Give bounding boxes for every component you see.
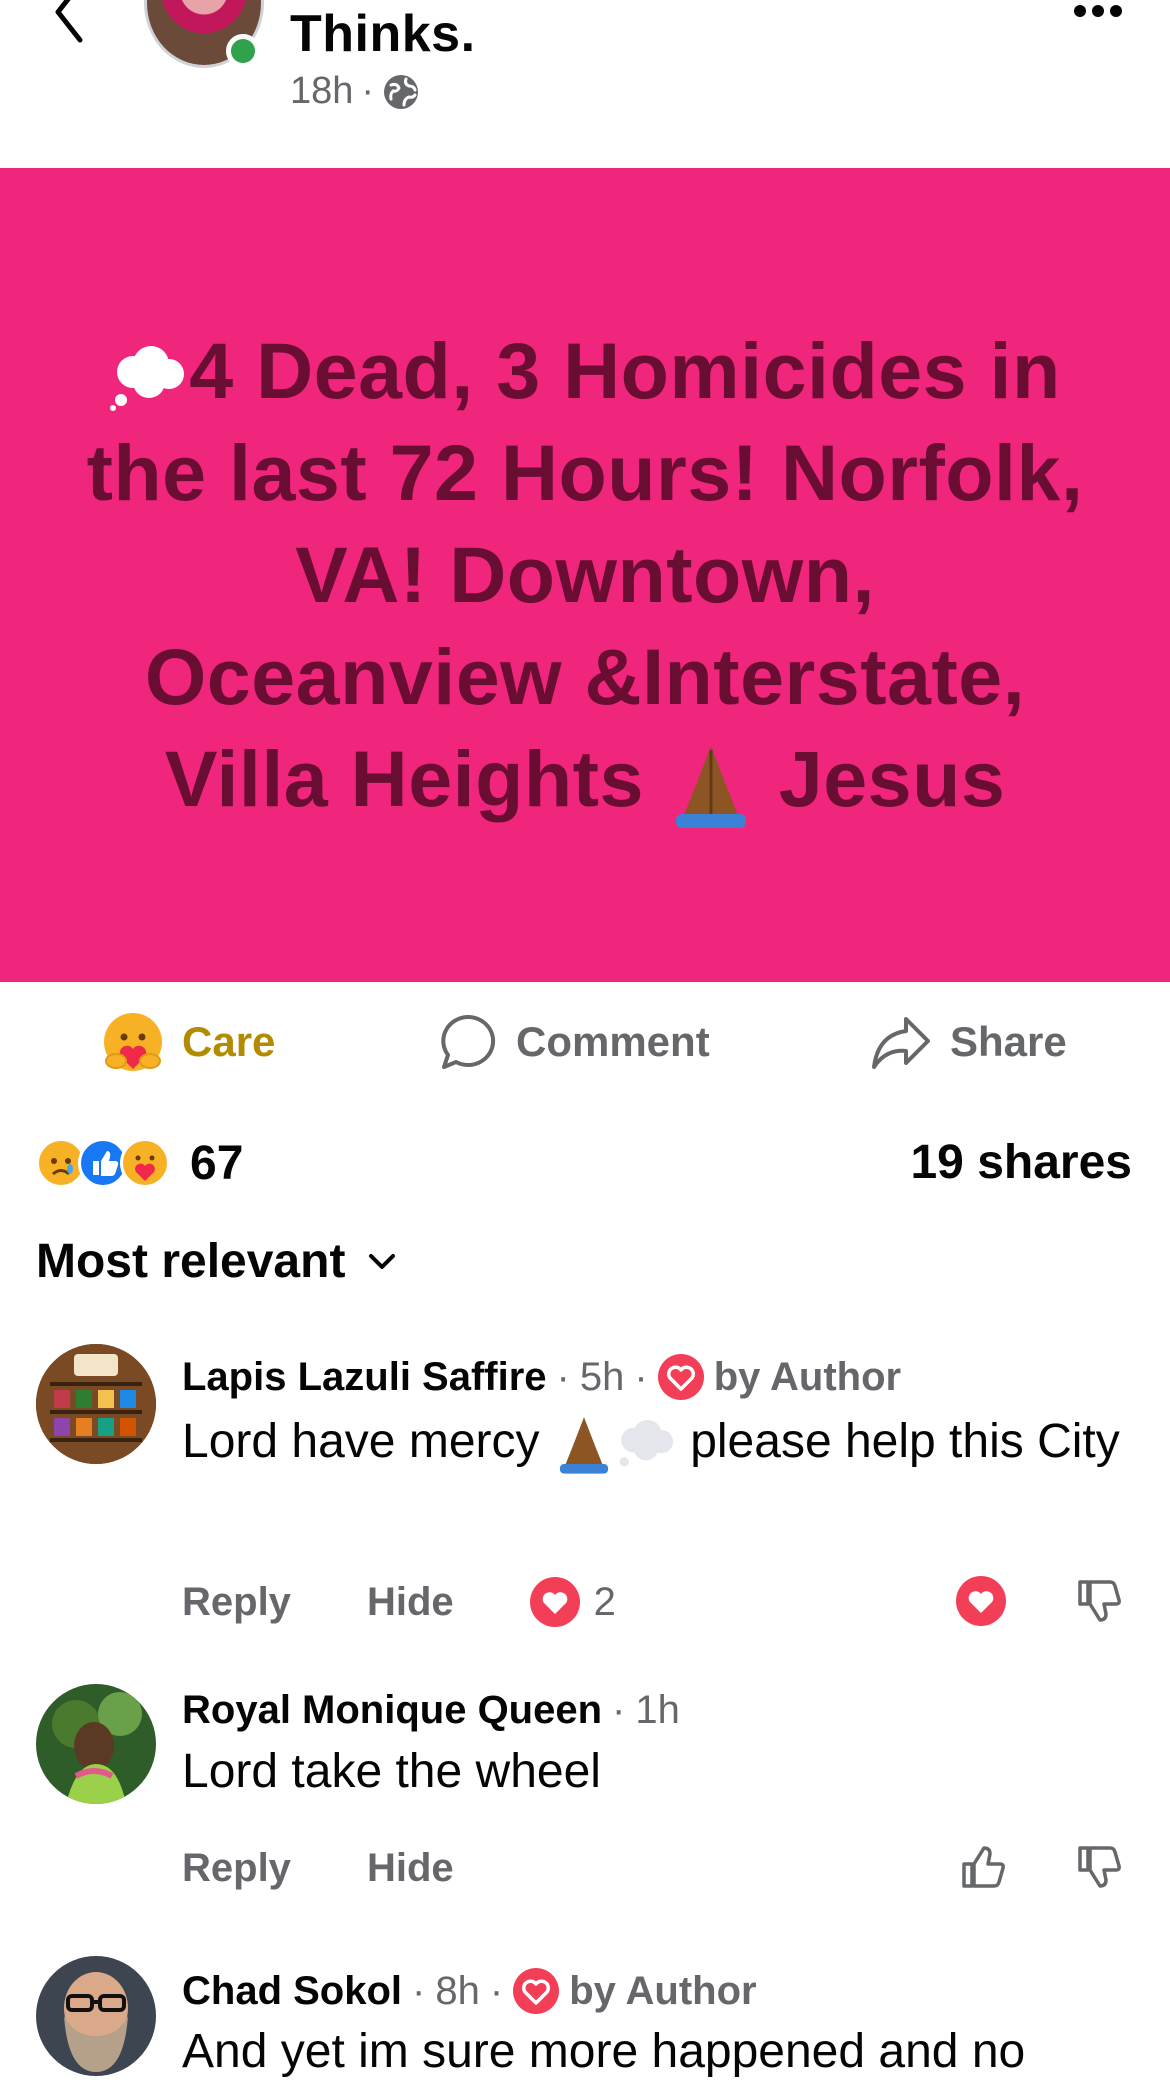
like-icon[interactable]	[956, 1842, 1006, 1892]
care-label: Care	[182, 1018, 276, 1065]
comment-time[interactable]: 1h	[635, 1688, 680, 1733]
sad-face-glyph	[51, 1158, 73, 1176]
comment-text: Lord have mercy please help this City	[182, 1412, 1142, 1475]
comment-header: Royal Monique Queen · 1h	[182, 1688, 680, 1733]
meta-separator: ·	[489, 1968, 504, 2013]
comment-actions: Reply Hide 2	[182, 1572, 1132, 1632]
care-hug-glyph	[135, 1155, 155, 1181]
share-arrow-icon	[872, 1017, 930, 1069]
love-react-button[interactable]	[956, 1576, 1006, 1626]
page-name[interactable]: Thinks.	[290, 4, 476, 64]
folded-hands-icon	[676, 746, 747, 829]
meta-separator: ·	[412, 1968, 426, 2013]
hide-button[interactable]: Hide	[367, 1846, 454, 1891]
comment-text-part: please help this City	[690, 1415, 1120, 1468]
comment-avatar-chad[interactable]	[36, 1956, 156, 2076]
comment-text: Lord take the wheel	[182, 1745, 601, 1798]
more-dots-icon	[1074, 5, 1122, 17]
share-button[interactable]: Share	[870, 1000, 1067, 1084]
share-label: Share	[950, 1018, 1067, 1065]
author-heart-icon	[513, 1968, 560, 2014]
back-button[interactable]	[40, 0, 100, 46]
online-status-indicator	[226, 34, 260, 68]
comment-header: Lapis Lazuli Saffire · 5h · by Author	[182, 1354, 901, 1400]
avatar-image	[36, 1684, 156, 1804]
comment-avatar-lapis[interactable]	[36, 1344, 156, 1464]
more-options-button[interactable]	[1068, 0, 1128, 22]
avatar-image	[36, 1956, 156, 2076]
reply-button[interactable]: Reply	[182, 1580, 291, 1625]
care-reaction-button[interactable]: Care	[102, 1000, 275, 1084]
author-heart-icon	[657, 1354, 704, 1400]
comment-header: Chad Sokol · 8h · by Author	[182, 1968, 757, 2014]
comment-meta: · 5h · by Author	[556, 1354, 902, 1400]
thought-balloon-icon	[110, 346, 185, 412]
sort-label: Most relevant	[36, 1235, 346, 1288]
thumbs-up-glyph	[93, 1151, 119, 1176]
heart-glyph	[542, 1592, 567, 1614]
post-action-bar: Care Comment Share	[0, 1000, 1170, 1084]
meta-separator: ·	[634, 1354, 648, 1399]
heart-glyph	[968, 1591, 994, 1613]
post-body: 4 Dead, 3 Homicides in the last 72 Hours…	[80, 320, 1090, 830]
reaction-count: 67	[190, 1136, 244, 1190]
chevron-left-icon	[55, 0, 83, 43]
comment-meta: · 1h	[612, 1688, 680, 1733]
heart-glyph	[522, 1979, 551, 2005]
comment-meta: · 8h · by Author	[412, 1968, 757, 2014]
dislike-icon[interactable]	[1072, 1576, 1122, 1626]
reply-button[interactable]: Reply	[182, 1846, 291, 1891]
comment-avatar-royal[interactable]	[36, 1684, 156, 1804]
reactions-summary[interactable]: 67	[36, 1132, 243, 1194]
comment-text: And yet im sure more happened and no	[182, 2025, 1026, 2078]
meta-separator: ·	[612, 1688, 626, 1732]
heart-glyph	[666, 1365, 695, 1391]
comment-reaction-count: 2	[593, 1579, 616, 1624]
comment-author[interactable]: Chad Sokol	[182, 1969, 402, 2014]
folded-hands-icon	[559, 1417, 608, 1474]
globe-icon	[384, 74, 419, 109]
post-text-end: Jesus	[778, 733, 1006, 823]
comment-author[interactable]: Royal Monique Queen	[182, 1688, 602, 1733]
comment-time[interactable]: 5h	[580, 1355, 625, 1400]
meta-separator: ·	[556, 1354, 570, 1399]
comment-actions: Reply Hide	[182, 1838, 1132, 1898]
comment-time[interactable]: 8h	[435, 1969, 480, 2014]
shares-count[interactable]: 19 shares	[910, 1132, 1132, 1194]
post-meta: 18h ·	[290, 70, 420, 113]
hide-button[interactable]: Hide	[367, 1580, 454, 1625]
post-time[interactable]: 18h	[290, 70, 353, 113]
meta-separator: ·	[361, 70, 375, 112]
care-emoji-icon	[104, 1013, 162, 1071]
avatar-image	[36, 1344, 156, 1464]
care-reaction-icon	[120, 1138, 170, 1188]
thought-balloon-icon	[619, 1420, 673, 1467]
post-text-background: 4 Dead, 3 Homicides in the last 72 Hours…	[0, 168, 1170, 982]
comment-sort-dropdown[interactable]: Most relevant	[36, 1234, 397, 1289]
comment-text-part: Lord have mercy	[182, 1415, 540, 1468]
comment-bubble-icon	[441, 1014, 496, 1069]
chevron-down-icon	[369, 1253, 396, 1269]
dislike-icon[interactable]	[1072, 1842, 1122, 1892]
author-badge: by Author	[569, 1968, 757, 2013]
comment-label: Comment	[516, 1018, 710, 1065]
author-badge: by Author	[713, 1354, 902, 1399]
comment-button[interactable]: Comment	[438, 1000, 710, 1084]
comment-reaction-summary[interactable]: 2	[529, 1577, 616, 1627]
love-reaction-icon	[529, 1577, 580, 1627]
comment-author[interactable]: Lapis Lazuli Saffire	[182, 1355, 547, 1400]
